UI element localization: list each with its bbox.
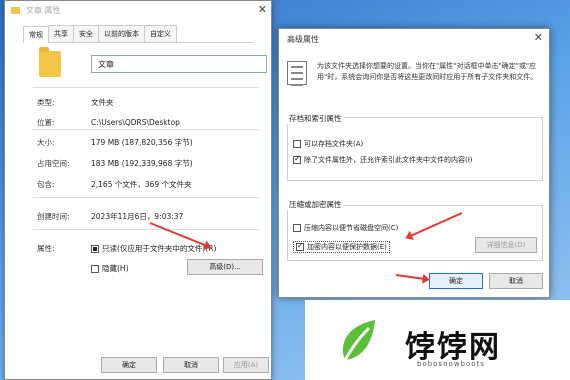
properties-tabs: 常规 共享 安全 以前的版本 自定义 — [23, 25, 253, 43]
index-option: 除了文件属性外，还允许索引此文件夹中文件的内容(I) — [293, 154, 473, 165]
apply-button[interactable]: 应用(A) — [223, 357, 269, 373]
hidden-label: 隐藏(H) — [102, 264, 129, 273]
hidden-checkbox[interactable] — [91, 265, 99, 273]
contains-row: 包含: 2,165 个文件，369 个文件夹 — [37, 179, 192, 190]
attributes-row: 属性: 只读(仅应用于文件夹中的文件)(R) — [37, 243, 216, 254]
disk-size-value: 183 MB (192,339,968 字节) — [91, 159, 193, 168]
hidden-row: 隐藏(H) — [91, 263, 129, 274]
tab-customize[interactable]: 自定义 — [144, 25, 177, 42]
location-value: C:\Users\QDRS\Desktop — [91, 118, 180, 127]
created-label: 创建时间: — [37, 212, 70, 221]
size-label: 大小: — [37, 138, 55, 147]
location-label: 位置: — [37, 118, 55, 127]
folder-icon — [39, 47, 61, 77]
archive-checkbox[interactable] — [293, 140, 301, 148]
ok-button[interactable]: 确定 — [101, 357, 157, 373]
tab-sharing[interactable]: 共享 — [48, 25, 74, 42]
encrypt-checkbox[interactable] — [296, 241, 304, 251]
type-label: 类型: — [37, 98, 55, 107]
properties-titlebar: 文章 属性 — [5, 1, 271, 19]
close-icon[interactable]: ✕ — [534, 31, 543, 44]
compress-label: 压缩内容以便节省磁盘空间(C) — [304, 224, 399, 232]
disk-size-label: 占用空间: — [37, 159, 70, 168]
archive-option: 可以存档文件夹(A) — [293, 139, 363, 149]
settings-document-icon — [287, 61, 307, 86]
archive-index-group-title: 存档和索引属性 — [287, 113, 344, 124]
tab-security[interactable]: 安全 — [73, 25, 99, 42]
folder-name-input[interactable]: 文章 — [91, 55, 267, 73]
created-row: 创建时间: 2023年11月6日，9:03:37 — [37, 211, 183, 222]
archive-index-group — [287, 117, 543, 181]
type-row: 类型: 文件夹 — [37, 97, 114, 108]
properties-window: 文章 属性 ✕ 常规 共享 安全 以前的版本 自定义 文章 类型: 文件夹 位置:… — [4, 0, 272, 380]
advanced-cancel-button[interactable]: 取消 — [489, 273, 543, 289]
compress-checkbox[interactable] — [293, 224, 301, 232]
details-button[interactable]: 详细信息(D) — [475, 237, 537, 253]
tab-previous-versions[interactable]: 以前的版本 — [98, 25, 145, 42]
compress-option: 压缩内容以便节省磁盘空间(C) — [293, 223, 398, 233]
divider — [33, 129, 259, 130]
advanced-ok-button[interactable]: 确定 — [429, 273, 483, 289]
close-icon[interactable]: ✕ — [258, 3, 267, 16]
size-row: 大小: 179 MB (187,820,356 字节) — [37, 137, 193, 148]
attributes-label: 属性: — [37, 244, 55, 253]
divider — [33, 229, 259, 230]
disk-size-row: 占用空间: 183 MB (192,339,968 字节) — [37, 158, 193, 169]
cancel-button[interactable]: 取消 — [163, 357, 219, 373]
readonly-label: 只读(仅应用于文件夹中的文件)(R) — [102, 244, 217, 253]
advanced-attributes-dialog: 高级属性 ✕ 为该文件夹选择你想要的设置。当你在"属性"对话框中单击"确定"或"… — [278, 28, 550, 298]
tab-general[interactable]: 常规 — [23, 26, 49, 43]
watermark-url: bobosnowboots — [417, 360, 485, 368]
location-row: 位置: C:\Users\QDRS\Desktop — [37, 117, 180, 128]
index-checkbox[interactable] — [293, 154, 301, 164]
divider — [33, 87, 259, 88]
index-label: 除了文件属性外，还允许索引此文件夹中文件的内容(I) — [304, 156, 473, 164]
type-value: 文件夹 — [91, 98, 114, 107]
leaf-logo-icon — [342, 320, 375, 361]
encrypt-option: 加密内容以便保护数据(E) — [293, 241, 390, 253]
folder-small-icon — [11, 6, 20, 14]
advanced-description: 为该文件夹选择你想要的设置。当你在"属性"对话框中单击"确定"或"应用"时，系统… — [317, 62, 538, 81]
compress-encrypt-group-title: 压缩或加密属性 — [287, 199, 344, 210]
advanced-button[interactable]: 高级(D)... — [187, 259, 263, 275]
encrypt-label: 加密内容以便保护数据(E) — [307, 243, 387, 251]
advanced-title: 高级属性 — [287, 35, 319, 44]
created-value: 2023年11月6日，9:03:37 — [91, 212, 184, 221]
contains-label: 包含: — [37, 180, 55, 189]
properties-title: 文章 属性 — [26, 5, 61, 15]
contains-value: 2,165 个文件，369 个文件夹 — [91, 180, 192, 189]
divider — [33, 197, 259, 198]
watermark-logo: 饽饽网 bobosnowboots — [305, 300, 570, 380]
readonly-checkbox[interactable] — [91, 245, 99, 253]
archive-label: 可以存档文件夹(A) — [304, 140, 364, 148]
size-value: 179 MB (187,820,356 字节) — [91, 138, 193, 147]
